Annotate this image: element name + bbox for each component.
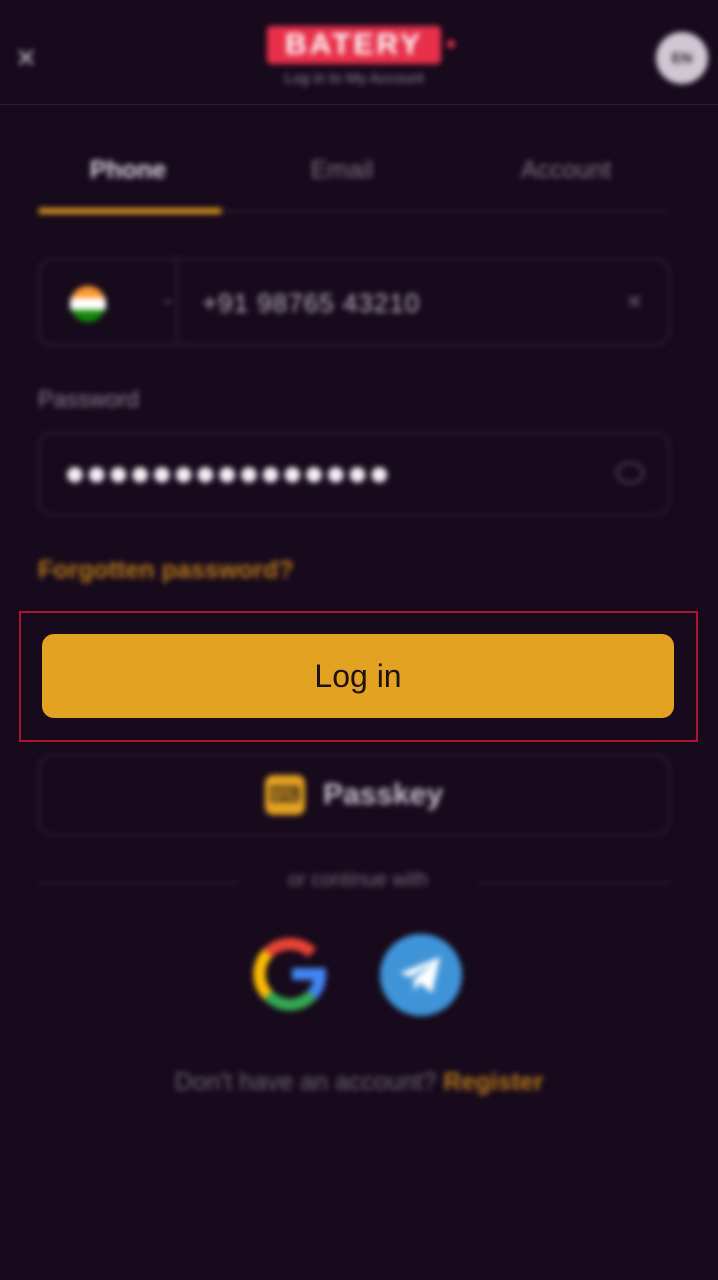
language-avatar[interactable]: EN [656, 32, 708, 84]
passkey-button[interactable]: ⌨ Passkey [38, 754, 670, 836]
page-subtitle: Log in to My Account [284, 70, 424, 87]
chevron-down-icon[interactable]: ⌄ [160, 288, 175, 309]
india-flag-icon[interactable] [70, 286, 106, 322]
active-tab-indicator [38, 208, 222, 214]
divider-text: or continue with [287, 869, 429, 891]
forgot-password-link[interactable]: Forgotten password? [38, 556, 294, 585]
logo-text: BATERY [285, 28, 423, 61]
close-icon[interactable]: × [12, 40, 40, 76]
country-divider [176, 260, 178, 344]
tab-account[interactable]: Account [466, 156, 666, 185]
register-prompt-text: Don't have an account? [174, 1068, 437, 1096]
phone-input[interactable]: +91 98765 43210 [202, 288, 420, 319]
login-method-tabs: Phone Email Account [38, 150, 668, 220]
tab-phone[interactable]: Phone [28, 156, 228, 185]
passkey-label: Passkey [322, 778, 444, 811]
register-link[interactable]: Register [443, 1068, 543, 1096]
clear-icon[interactable]: × [627, 286, 642, 317]
password-label: Password [38, 386, 139, 412]
login-button[interactable]: Log in [42, 634, 674, 718]
telegram-icon[interactable] [380, 934, 462, 1016]
divider-line-left [38, 882, 238, 884]
password-input[interactable]: ●●●●●●●●●●●●●●● [64, 452, 390, 494]
divider-line-right [478, 882, 670, 884]
password-field[interactable]: ●●●●●●●●●●●●●●● [38, 432, 670, 516]
register-prompt: Don't have an account? Register [0, 1068, 718, 1097]
eye-icon[interactable] [616, 462, 644, 484]
tab-email[interactable]: Email [242, 156, 442, 185]
tab-track [222, 210, 668, 212]
passkey-icon: ⌨ [264, 775, 305, 815]
phone-field: ⌄ +91 98765 43210 × [38, 258, 670, 346]
logo: BATERY Log in to My Account [244, 26, 464, 92]
google-icon[interactable] [252, 936, 328, 1012]
header-divider [0, 104, 718, 105]
